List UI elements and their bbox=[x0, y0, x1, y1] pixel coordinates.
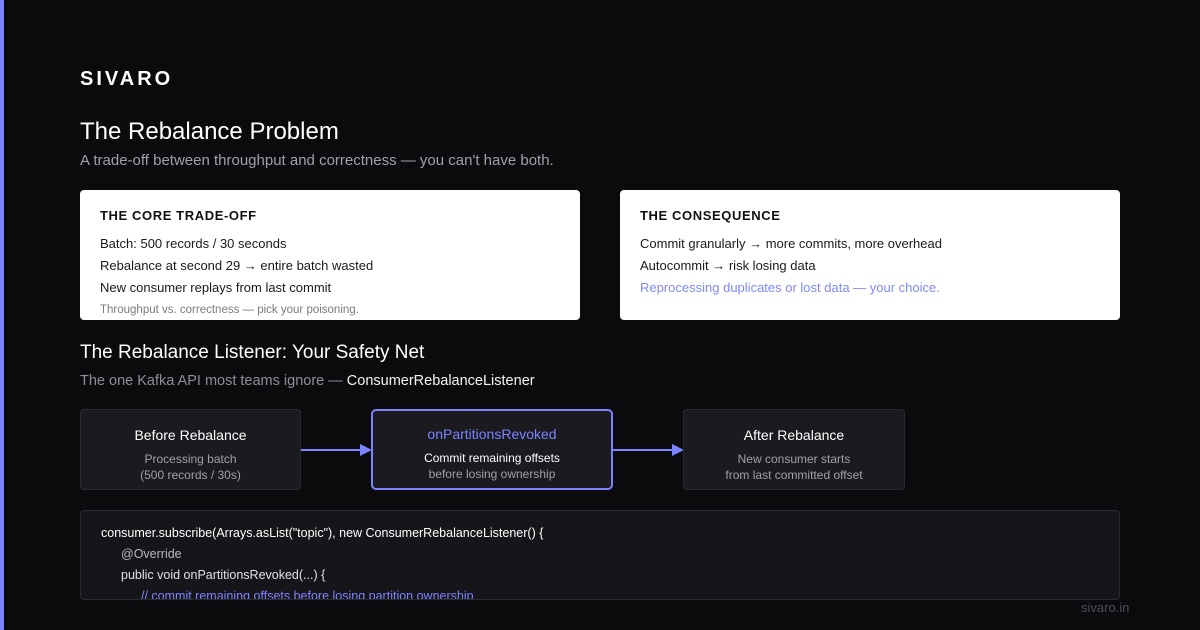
listener-section-subtitle: The one Kafka API most teams ignore — Co… bbox=[80, 373, 535, 389]
flow-step-on-partitions-revoked: onPartitionsRevoked Commit remaining off… bbox=[371, 409, 613, 490]
consequence-line: Autocommit → risk losing data bbox=[640, 258, 816, 273]
code-line: consumer.subscribe(Arrays.asList("topic"… bbox=[101, 526, 544, 540]
flow-arrow bbox=[301, 449, 361, 451]
page-subtitle: A trade-off between throughput and corre… bbox=[80, 152, 554, 169]
core-tradeoff-line: Rebalance at second 29 → entire batch wa… bbox=[100, 258, 374, 273]
core-tradeoff-heading: THE CORE TRADE-OFF bbox=[100, 208, 257, 223]
flow-step-line: Processing batch bbox=[144, 452, 237, 466]
code-line: public void onPartitionsRevoked(...) { bbox=[121, 568, 326, 582]
listener-section-title: The Rebalance Listener: Your Safety Net bbox=[80, 342, 425, 363]
core-tradeoff-card: THE CORE TRADE-OFF Batch: 500 records / … bbox=[80, 190, 580, 320]
code-snippet: consumer.subscribe(Arrays.asList("topic"… bbox=[80, 510, 1120, 600]
core-tradeoff-line: Batch: 500 records / 30 seconds bbox=[100, 236, 287, 251]
consequence-accent-line: Reprocessing duplicates or lost data — y… bbox=[640, 280, 940, 295]
flow-step-line: New consumer starts bbox=[737, 452, 851, 466]
accent-bar bbox=[0, 0, 4, 630]
listener-subtitle-prefix: The one Kafka API most teams ignore — bbox=[80, 373, 347, 389]
brand-logo: SIVARO bbox=[80, 68, 174, 90]
code-line: @Override bbox=[121, 547, 182, 561]
core-tradeoff-note: Throughput vs. correctness — pick your p… bbox=[100, 304, 359, 316]
consequence-line: Commit granularly → more commits, more o… bbox=[640, 236, 942, 251]
consequence-heading: THE CONSEQUENCE bbox=[640, 208, 781, 223]
flow-step-title: After Rebalance bbox=[743, 427, 845, 443]
core-tradeoff-line: New consumer replays from last commit bbox=[100, 280, 332, 295]
code-comment: // commit remaining offsets before losin… bbox=[141, 589, 474, 600]
flow-step-before-rebalance: Before Rebalance Processing batch (500 r… bbox=[80, 409, 301, 490]
page-title: The Rebalance Problem bbox=[80, 118, 339, 145]
flow-step-line: (500 records / 30s) bbox=[140, 468, 241, 482]
flow-step-title: Before Rebalance bbox=[134, 427, 247, 443]
flow-step-title: onPartitionsRevoked bbox=[427, 426, 557, 442]
footer-url: sivaro.in bbox=[1081, 600, 1130, 615]
flow-step-line: from last committed offset bbox=[725, 468, 863, 482]
flow-step-line: Commit remaining offsets bbox=[424, 451, 560, 465]
flow-step-after-rebalance: After Rebalance New consumer starts from… bbox=[683, 409, 905, 490]
flow-step-line: before losing ownership bbox=[428, 467, 556, 481]
listener-api-name: ConsumerRebalanceListener bbox=[346, 373, 535, 389]
flow-arrow bbox=[613, 449, 673, 451]
consequence-card: THE CONSEQUENCE Commit granularly → more… bbox=[620, 190, 1120, 320]
